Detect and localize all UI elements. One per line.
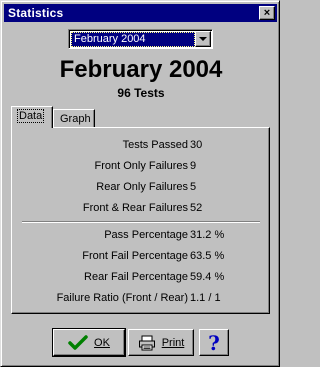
statistics-window: Statistics × February 2004 February 2004… xyxy=(0,0,280,367)
title-bar[interactable]: Statistics × xyxy=(4,4,277,22)
ok-button-label: OK xyxy=(94,336,110,349)
stat-label: Rear Fail Percentage xyxy=(84,271,188,283)
close-button[interactable]: × xyxy=(259,6,275,20)
question-mark-icon: ? xyxy=(208,330,220,355)
stat-label: Front Fail Percentage xyxy=(82,250,188,262)
test-count: 96 Tests xyxy=(117,86,165,100)
print-button[interactable]: Print xyxy=(128,329,194,356)
stat-label: Pass Percentage xyxy=(104,229,188,241)
stat-label: Front & Rear Failures xyxy=(82,202,188,214)
tab-data[interactable]: Data xyxy=(11,106,53,128)
tab-graph[interactable]: Graph xyxy=(53,109,95,128)
help-button[interactable]: ? xyxy=(199,329,229,356)
print-button-label: Print xyxy=(161,336,185,349)
stat-label: Rear Only Failures xyxy=(96,181,188,193)
stat-value: 30 xyxy=(190,139,203,151)
period-select-value: February 2004 xyxy=(71,32,195,47)
printer-icon xyxy=(138,335,155,350)
stat-row: Front Only Failures 9 xyxy=(12,159,269,173)
stat-row: Rear Fail Percentage 59.4 % xyxy=(12,270,269,284)
ok-button[interactable]: OK xyxy=(52,328,126,357)
window-title: Statistics xyxy=(8,6,64,20)
period-select[interactable]: February 2004 xyxy=(68,29,213,49)
stat-value: 31.2 % xyxy=(190,229,225,241)
stat-label: Tests Passed xyxy=(122,139,188,151)
stat-label: Failure Ratio (Front / Rear) xyxy=(56,292,188,304)
stat-value: 5 xyxy=(190,181,197,193)
stat-row: Failure Ratio (Front / Rear) 1.1 / 1 xyxy=(12,291,269,305)
stat-value: 9 xyxy=(190,160,197,172)
tab-graph-label: Graph xyxy=(60,113,91,125)
stat-value: 1.1 / 1 xyxy=(190,292,221,304)
stat-row: Rear Only Failures 5 xyxy=(12,180,269,194)
chevron-down-icon[interactable] xyxy=(195,31,211,47)
stat-row: Pass Percentage 31.2 % xyxy=(12,228,269,242)
tab-data-label: Data xyxy=(16,109,45,123)
stat-value: 59.4 % xyxy=(190,271,225,283)
stat-value: 52 xyxy=(190,202,203,214)
divider xyxy=(22,221,260,223)
data-panel: Tests Passed 30 Front Only Failures 9 Re… xyxy=(11,127,270,314)
page-title: February 2004 xyxy=(59,56,223,83)
stat-row: Front & Rear Failures 52 xyxy=(12,201,269,215)
stat-label: Front Only Failures xyxy=(94,160,188,172)
stat-value: 63.5 % xyxy=(190,250,225,262)
stat-row: Front Fail Percentage 63.5 % xyxy=(12,249,269,263)
checkmark-icon xyxy=(68,334,88,350)
close-icon: × xyxy=(263,6,271,19)
stat-row: Tests Passed 30 xyxy=(12,138,269,152)
